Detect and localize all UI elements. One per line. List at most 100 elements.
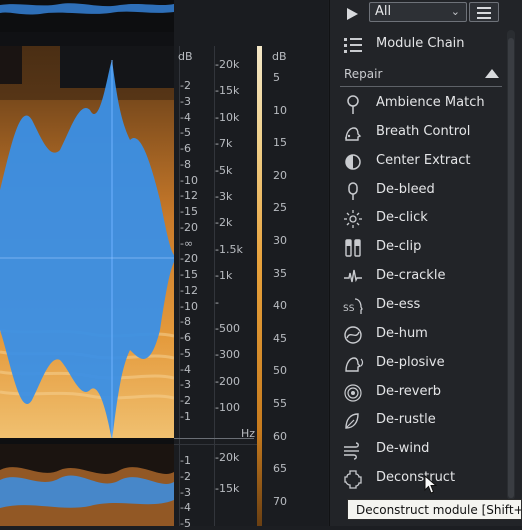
de-reverb-icon [344, 383, 362, 402]
hz-upper-tick: -20k [215, 58, 240, 71]
db-left-upper-tick: -2 [180, 394, 191, 407]
module-label: De-plosive [376, 354, 445, 370]
hz-upper-tick: -300 [215, 348, 240, 362]
hz-upper-tick: -15k [215, 84, 240, 98]
db-left-upper-tick: -10 [180, 173, 198, 187]
db-left-upper-tick: -20 [180, 252, 198, 266]
hz-upper-tick: -2k [215, 216, 233, 230]
section-label: Repair [344, 67, 383, 81]
spectrogram-view[interactable] [0, 0, 174, 526]
module-item-de-clip[interactable]: De-clip [342, 235, 502, 261]
db-left-lower-tick: -1 [180, 454, 191, 467]
center-extract-icon [345, 153, 361, 170]
db-unit-label-left: dB [178, 50, 193, 63]
hz-lower-tick: -15k [215, 482, 240, 495]
module-item-de-bleed[interactable]: De-bleed [342, 178, 502, 204]
db-right-tick: 50 [273, 364, 287, 378]
module-label: De-hum [376, 325, 428, 341]
module-item-de-hum[interactable]: De-hum [342, 322, 502, 348]
hz-upper-tick: -3k [215, 190, 233, 203]
module-label: Ambience Match [376, 95, 485, 110]
de-hum-icon [344, 326, 362, 344]
hz-upper-tick: -1.5k [215, 242, 243, 256]
module-chain-label: Module Chain [376, 36, 465, 51]
module-filter-select[interactable]: All ⌄ [369, 2, 467, 22]
de-crackle-icon [344, 269, 362, 283]
de-ess-icon: SS [343, 298, 363, 314]
module-item-deconstruct[interactable]: Deconstruct [342, 466, 502, 492]
module-item-breath-control[interactable]: Breath Control [342, 120, 502, 146]
play-icon[interactable] [344, 6, 360, 22]
scrollbar-thumb[interactable] [508, 38, 514, 498]
db-left-upper-tick: -20 [180, 220, 198, 234]
db-left-upper-tick: -10 [180, 299, 198, 313]
breath-control-icon [345, 127, 362, 141]
hz-upper-tick: -7k [215, 137, 233, 151]
hz-upper-tick: - [215, 295, 219, 309]
module-label: De-bleed [376, 181, 435, 197]
module-item-de-crackle[interactable]: De-crackle [342, 264, 502, 290]
db-right-tick: 55 [273, 397, 287, 410]
de-clip-icon [345, 239, 361, 257]
list-menu-button[interactable] [469, 2, 499, 22]
module-label: Center Extract [376, 152, 471, 168]
db-left-upper-tick: -15 [180, 268, 198, 281]
hz-upper-tick: -1k [215, 269, 233, 283]
tooltip-text: Deconstruct module [Shift+7] [356, 503, 522, 517]
db-right-tick: 35 [273, 266, 287, 280]
module-item-de-reverb[interactable]: De-reverb [342, 380, 502, 406]
hz-upper-tick: -500 [215, 322, 240, 335]
module-label: De-clip [376, 239, 422, 255]
module-chain-icon [344, 38, 362, 53]
de-rustle-icon [345, 413, 359, 430]
module-item-de-plosive[interactable]: De-plosive [342, 351, 502, 377]
module-item-center-extract[interactable]: Center Extract [342, 149, 502, 175]
module-item-de-ess[interactable]: SS De-ess [342, 293, 502, 319]
de-plosive-icon [345, 356, 364, 372]
db-left-upper-tick: -8 [180, 157, 191, 171]
de-wind-icon [344, 442, 359, 460]
db-right-tick: 65 [273, 462, 287, 476]
de-click-icon [344, 210, 362, 229]
tooltip: Deconstruct module [Shift+7] [347, 499, 522, 520]
db-unit-label-right: dB [272, 50, 287, 63]
module-label: Deconstruct [376, 470, 456, 486]
module-item-de-wind[interactable]: De-wind [342, 437, 502, 463]
repair-section-header[interactable]: Repair [340, 64, 502, 87]
hz-upper-tick: -200 [215, 374, 240, 388]
db-left-upper-tick: -2 [180, 79, 191, 92]
module-chain-button[interactable]: Module Chain [342, 33, 502, 57]
loudness-meter [257, 46, 262, 526]
db-right-tick: 10 [273, 103, 287, 117]
db-left-upper-tick: -3 [180, 378, 191, 392]
svg-text:SS: SS [343, 304, 355, 314]
db-right-tick: 60 [273, 429, 287, 443]
db-left-upper-tick: -6 [180, 331, 191, 344]
db-left-lower-tick: -4 [180, 501, 191, 515]
module-item-de-rustle[interactable]: De-rustle [342, 408, 502, 434]
db-left-upper-tick: -15 [180, 205, 198, 218]
module-panel: All ⌄ Module Chain Repair Ambience Match… [329, 0, 522, 526]
db-right-tick: 40 [273, 299, 287, 313]
module-item-de-click[interactable]: De-click [342, 206, 502, 232]
chevron-down-icon: ⌄ [450, 5, 460, 18]
db-right-tick: 30 [273, 234, 287, 247]
hz-unit-label: Hz [241, 427, 256, 440]
db-left-lower-tick: -2 [180, 469, 191, 483]
module-item-ambience-match[interactable]: Ambience Match [342, 91, 502, 117]
db-left-upper-tick: -12 [180, 283, 198, 297]
db-left-lower-tick: -3 [180, 485, 191, 499]
module-label: De-reverb [376, 383, 442, 399]
collapse-triangle-icon [485, 69, 499, 78]
de-bleed-icon [348, 181, 358, 200]
db-left-upper-tick: -6 [180, 142, 191, 155]
hz-lower-tick: -20k [215, 451, 240, 464]
module-label: De-rustle [376, 412, 436, 428]
db-left-upper-tick: -1 [180, 409, 191, 423]
module-label: De-ess [376, 296, 421, 312]
ambience-match-icon [347, 95, 359, 114]
module-label: De-click [376, 210, 428, 226]
module-label: Breath Control [376, 123, 471, 139]
hz-upper-tick: -100 [215, 401, 240, 415]
db-left-upper-tick: -∞ [180, 236, 194, 250]
